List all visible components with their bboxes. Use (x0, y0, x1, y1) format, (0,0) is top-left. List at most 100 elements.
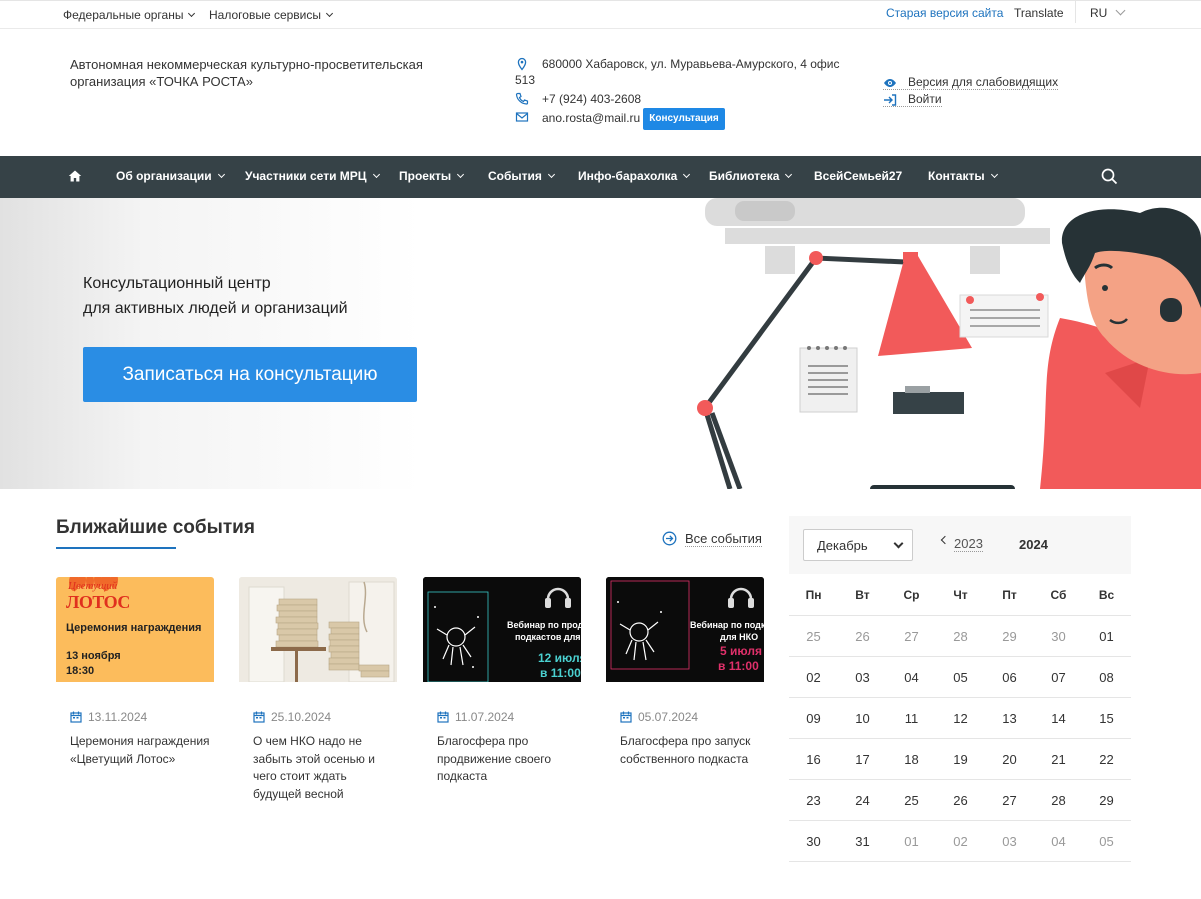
calendar-day[interactable]: 25 (887, 793, 936, 808)
nav-label: Проекты (399, 169, 452, 183)
email-link[interactable]: ano.rosta@mail.ru (542, 111, 640, 125)
language-selector[interactable]: RU (1090, 5, 1126, 20)
image-time: в 11:00 (718, 659, 759, 673)
phone[interactable]: +7 (924) 403-2608 (515, 91, 641, 107)
weekday-row: Пн Вт Ср Чт Пт Сб Вс (789, 574, 1131, 616)
calendar-day[interactable]: 23 (789, 793, 838, 808)
calendar-day[interactable]: 28 (936, 629, 985, 644)
event-card[interactable]: Вебинар по подка для НКО 5 июля в 11:00 … (606, 577, 764, 766)
calendar-day[interactable]: 05 (1082, 834, 1131, 849)
event-title[interactable]: Благосфера про продвижение своего подкас… (437, 733, 577, 786)
calendar-day[interactable]: 26 (936, 793, 985, 808)
calendar-day[interactable]: 08 (1082, 670, 1131, 685)
calendar-day[interactable]: 18 (887, 752, 936, 767)
events-calendar: Декабрь 2023 2024 Пн Вт Ср Чт Пт Сб Вс 2… (789, 516, 1131, 862)
calendar-day[interactable]: 16 (789, 752, 838, 767)
old-version-link[interactable]: Старая версия сайта (886, 6, 1003, 20)
phone-icon (515, 92, 529, 105)
calendar-day[interactable]: 13 (985, 711, 1034, 726)
calendar-day[interactable]: 02 (789, 670, 838, 685)
calendar-day[interactable]: 31 (838, 834, 887, 849)
calendar-day[interactable]: 15 (1082, 711, 1131, 726)
calendar-day[interactable]: 22 (1082, 752, 1131, 767)
calendar-header: Декабрь 2023 2024 (789, 516, 1131, 574)
home-icon[interactable] (68, 169, 82, 183)
translate-button[interactable]: Translate (1014, 6, 1064, 20)
calendar-day[interactable]: 01 (887, 834, 936, 849)
calendar-day[interactable]: 21 (1034, 752, 1083, 767)
prev-year-link[interactable]: 2023 (954, 536, 983, 552)
calendar-day[interactable]: 11 (887, 711, 936, 726)
calendar-day[interactable]: 01 (1082, 629, 1131, 644)
nav-item-members[interactable]: Участники сети МРЦ (245, 169, 380, 183)
federal-label: Федеральные органы (63, 8, 184, 22)
calendar-day[interactable]: 29 (985, 629, 1034, 644)
calendar-day[interactable]: 09 (789, 711, 838, 726)
event-image[interactable]: Цветущий ЛОТОС Церемония награждения 13 … (56, 577, 214, 682)
calendar-day[interactable]: 27 (985, 793, 1034, 808)
federal-dropdown[interactable]: Федеральные органы (63, 8, 196, 22)
calendar-day[interactable]: 10 (838, 711, 887, 726)
event-card[interactable]: Цветущий ЛОТОС Церемония награждения 13 … (56, 577, 214, 766)
event-card[interactable]: Вебинар по продви подкастов для 12 июля … (423, 577, 581, 783)
calendar-day[interactable]: 17 (838, 752, 887, 767)
event-date-text: 11.07.2024 (455, 710, 515, 724)
calendar-day[interactable]: 04 (1034, 834, 1083, 849)
event-title[interactable]: О чем НКО надо не забыть этой осенью и ч… (253, 733, 393, 803)
chevron-left-icon[interactable] (940, 535, 950, 545)
calendar-day[interactable]: 27 (887, 629, 936, 644)
calendar-day[interactable]: 29 (1082, 793, 1131, 808)
calendar-day[interactable]: 12 (936, 711, 985, 726)
event-image[interactable]: Вебинар по подка для НКО 5 июля в 11:00 (606, 577, 764, 682)
calendar-day[interactable]: 07 (1034, 670, 1083, 685)
calendar-day[interactable]: 24 (838, 793, 887, 808)
event-title[interactable]: Церемония награждения «Цветущий Лотос» (70, 733, 210, 768)
calendar-icon (253, 711, 265, 723)
nav-item-info-market[interactable]: Инфо-барахолка (578, 169, 691, 183)
calendar-day[interactable]: 03 (985, 834, 1034, 849)
search-icon[interactable] (1101, 168, 1118, 185)
low-vision-link[interactable]: Версия для слабовидящих (883, 75, 1059, 90)
nav-item-about[interactable]: Об организации (116, 169, 225, 183)
login-link[interactable]: Войти (883, 92, 942, 107)
event-image[interactable] (239, 577, 397, 682)
calendar-day[interactable]: 30 (789, 834, 838, 849)
address-line-2: 513 (515, 73, 536, 87)
weekday-label: Вт (855, 588, 870, 602)
nav-item-family27[interactable]: ВсейСемьей27 (814, 169, 902, 183)
consultation-button[interactable]: Консультация (643, 108, 725, 130)
calendar-day[interactable]: 04 (887, 670, 936, 685)
all-events-link[interactable]: Все события (662, 531, 762, 547)
month-select[interactable]: Декабрь (803, 529, 913, 561)
event-card[interactable]: 25.10.2024 О чем НКО надо не забыть этой… (239, 577, 397, 801)
calendar-day[interactable]: 05 (936, 670, 985, 685)
calendar-day[interactable]: 26 (838, 629, 887, 644)
nav-label: ВсейСемьей27 (814, 169, 903, 183)
event-image[interactable]: Вебинар по продви подкастов для 12 июля … (423, 577, 581, 682)
image-date: 5 июля (720, 644, 762, 658)
nav-item-library[interactable]: Библиотека (709, 169, 793, 183)
calendar-day[interactable]: 03 (838, 670, 887, 685)
image-caption: Церемония награждения (66, 622, 202, 634)
calendar-day[interactable]: 30 (1034, 629, 1083, 644)
event-title[interactable]: Благосфера про запуск собственного подка… (620, 733, 760, 768)
nav-item-events[interactable]: События (488, 169, 555, 183)
calendar-day[interactable]: 25 (789, 629, 838, 644)
nav-item-projects[interactable]: Проекты (399, 169, 465, 183)
events-heading: Ближайшие события (56, 517, 255, 538)
nav-label: Контакты (928, 169, 985, 183)
tax-dropdown[interactable]: Налоговые сервисы (209, 8, 334, 22)
book-consultation-button[interactable]: Записаться на консультацию (83, 347, 417, 402)
calendar-day[interactable]: 02 (936, 834, 985, 849)
week-row: 09 10 11 12 13 14 15 (789, 698, 1131, 739)
calendar-day[interactable]: 20 (985, 752, 1034, 767)
nav-item-contacts[interactable]: Контакты (928, 169, 998, 183)
hero-banner: Консультационный центр для активных люде… (0, 198, 1201, 489)
calendar-day[interactable]: 06 (985, 670, 1034, 685)
site-header: Автономная некоммерческая культурно-прос… (0, 29, 1201, 156)
image-text-1: Вебинар по подка (690, 620, 764, 630)
calendar-day[interactable]: 28 (1034, 793, 1083, 808)
nav-label: Участники сети МРЦ (245, 169, 367, 183)
calendar-day[interactable]: 14 (1034, 711, 1083, 726)
calendar-day[interactable]: 19 (936, 752, 985, 767)
